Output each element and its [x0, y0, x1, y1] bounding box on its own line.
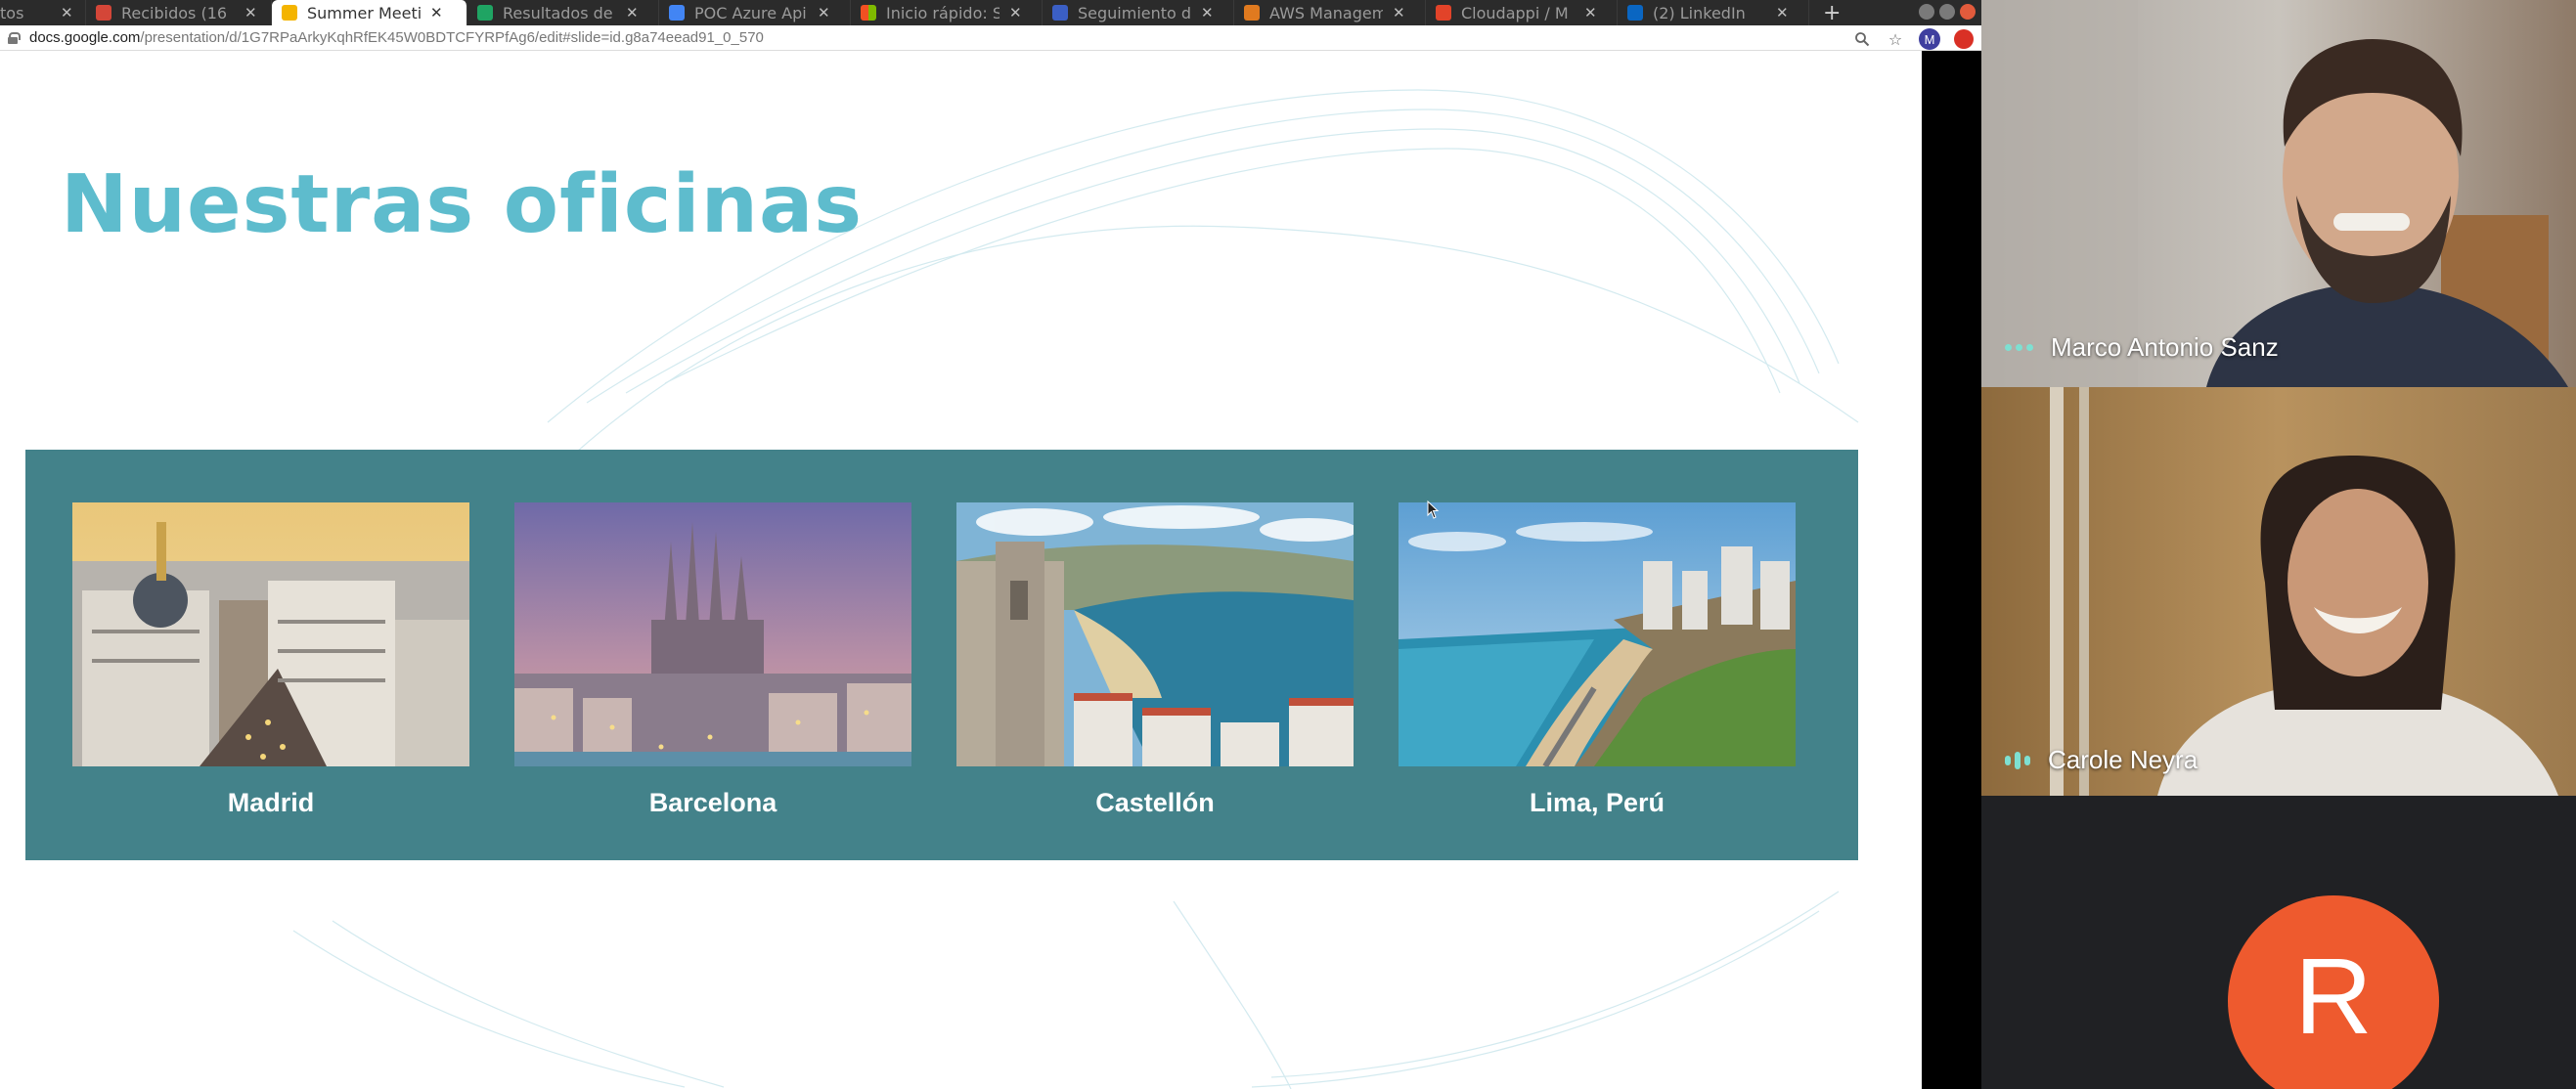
tab-title: POC Azure Api: [694, 3, 807, 22]
close-tab-icon[interactable]: ✕: [818, 4, 830, 22]
close-tab-icon[interactable]: ✕: [61, 4, 73, 22]
tab-title: (2) LinkedIn: [1653, 3, 1746, 22]
aws-icon: [1244, 5, 1260, 21]
participant-name: Marco Antonio Sanz: [2051, 332, 2279, 362]
participants-panel: Marco Antonio Sanz Carole Neyra R: [1981, 0, 2576, 1089]
offices-panel: Madrid Barcelona Castellón Lima, Perú: [25, 450, 1858, 860]
tab-title: Summer Meetin: [307, 3, 421, 22]
tab-title: tos: [0, 3, 24, 22]
participant-name-row: Marco Antonio Sanz: [2005, 332, 2279, 363]
profile-avatar[interactable]: M: [1919, 28, 1940, 50]
participant-tile[interactable]: R: [1981, 796, 2576, 1089]
browser-tab-1[interactable]: Recibidos (16 ✕: [86, 0, 272, 25]
audio-level-icon: [2005, 751, 2030, 769]
address-bar[interactable]: docs.google.com/presentation/d/1G7RPaArk…: [0, 25, 1981, 51]
url-path: /presentation/d/1G7RPaArkyKqhRfEK45W0BDT…: [140, 29, 764, 46]
office-card: Lima, Perú: [1399, 502, 1796, 818]
new-tab-button[interactable]: +: [1809, 0, 1854, 25]
linkedin-icon: [1627, 5, 1643, 21]
office-card: Castellón: [956, 502, 1354, 818]
url-domain: docs.google.com: [29, 29, 141, 46]
lock-icon[interactable]: [8, 31, 21, 44]
close-tab-icon[interactable]: ✕: [1009, 4, 1022, 22]
microsoft-icon: [861, 5, 876, 21]
google-slides-icon: [282, 5, 297, 21]
gmail-icon: [96, 5, 111, 21]
office-city-label: Lima, Perú: [1529, 788, 1666, 817]
bookmark-star-icon[interactable]: ☆: [1886, 29, 1905, 49]
participant-video: [1981, 387, 2576, 796]
close-tab-icon[interactable]: ✕: [1393, 4, 1405, 22]
barcelona-photo: [514, 502, 911, 766]
tab-title: Resultados de: [503, 3, 613, 22]
participant-tile[interactable]: Carole Neyra: [1981, 387, 2576, 796]
browser-tab-0[interactable]: tos ✕: [0, 0, 86, 25]
participant-name-row: Carole Neyra: [2005, 745, 2198, 775]
browser-tab-2[interactable]: Summer Meetin ✕: [272, 0, 467, 25]
browser-tab-6[interactable]: Seguimiento d ✕: [1043, 0, 1234, 25]
office-card: Barcelona: [514, 502, 911, 818]
extension-icon[interactable]: [1954, 29, 1974, 49]
close-tab-icon[interactable]: ✕: [626, 4, 639, 22]
close-window-icon[interactable]: [1960, 4, 1976, 20]
browser-tab-4[interactable]: POC Azure Api ✕: [659, 0, 851, 25]
office-card: Madrid: [72, 502, 469, 818]
gitlab-icon: [1436, 5, 1451, 21]
slide-margin-strip: [1922, 51, 1981, 1089]
close-tab-icon[interactable]: ✕: [430, 4, 443, 22]
tab-title: AWS Managem: [1269, 3, 1383, 22]
participant-name: Carole Neyra: [2048, 745, 2198, 774]
window-controls: [1919, 4, 1976, 20]
browser-tab-5[interactable]: Inicio rápido: S ✕: [851, 0, 1043, 25]
speaking-indicator-icon: [2005, 344, 2033, 351]
tracker-icon: [1052, 5, 1068, 21]
presentation-slide: Nuestras oficinas Madrid Barcelona Caste…: [0, 51, 1922, 1089]
office-city-label: Madrid: [227, 788, 315, 817]
slide-title: Nuestras oficinas: [61, 158, 864, 251]
close-tab-icon[interactable]: ✕: [1776, 4, 1789, 22]
tab-title: Seguimiento d: [1078, 3, 1191, 22]
participant-tile[interactable]: Marco Antonio Sanz: [1981, 0, 2576, 387]
castellon-photo: [956, 502, 1354, 766]
close-tab-icon[interactable]: ✕: [1584, 4, 1597, 22]
browser-tab-7[interactable]: AWS Managem ✕: [1234, 0, 1426, 25]
tab-title: Recibidos (16: [121, 3, 228, 22]
browser-tab-9[interactable]: (2) LinkedIn ✕: [1618, 0, 1809, 25]
mouse-cursor-icon: [1427, 501, 1440, 519]
zoom-icon[interactable]: [1852, 29, 1872, 49]
minimize-icon[interactable]: [1919, 4, 1934, 20]
participant-video: [1981, 0, 2576, 387]
google-docs-icon: [669, 5, 685, 21]
office-city-label: Barcelona: [648, 788, 777, 817]
tab-title: Inicio rápido: S: [886, 3, 999, 22]
browser-tab-8[interactable]: Cloudappi / M ✕: [1426, 0, 1618, 25]
participant-avatar: R: [2228, 895, 2439, 1089]
madrid-photo: [72, 502, 469, 766]
tab-title: Cloudappi / M: [1461, 3, 1569, 22]
close-tab-icon[interactable]: ✕: [244, 4, 257, 22]
google-drive-icon: [477, 5, 493, 21]
url-text[interactable]: docs.google.com/presentation/d/1G7RPaArk…: [29, 29, 764, 46]
browser-tab-3[interactable]: Resultados de ✕: [467, 0, 659, 25]
office-city-label: Castellón: [1095, 788, 1215, 817]
lima-photo: [1399, 502, 1796, 766]
maximize-icon[interactable]: [1939, 4, 1955, 20]
close-tab-icon[interactable]: ✕: [1201, 4, 1214, 22]
browser-tab-bar: tos ✕ Recibidos (16 ✕ Summer Meetin ✕ Re…: [0, 0, 1981, 25]
